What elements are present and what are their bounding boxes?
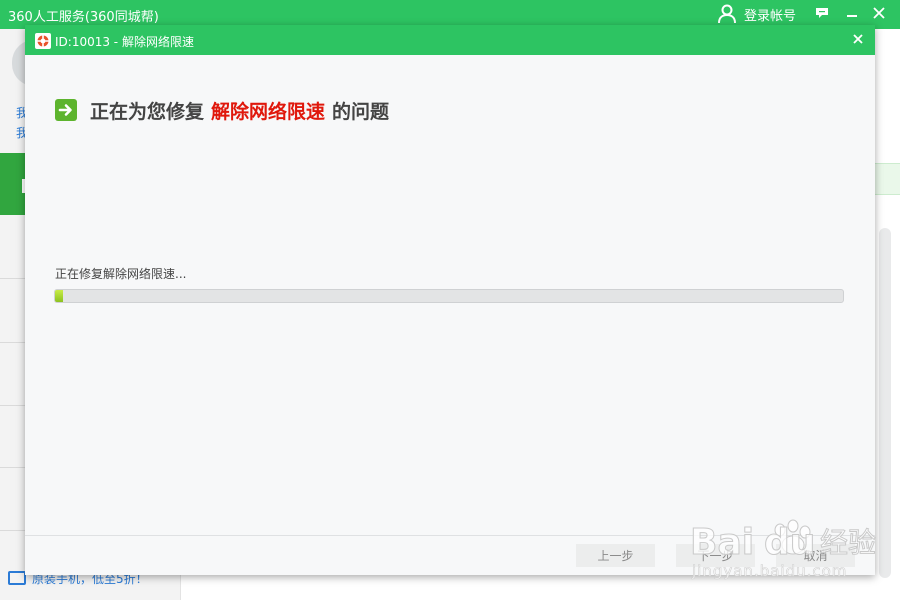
login-account-button[interactable]: 登录帐号 — [718, 3, 796, 25]
minimize-button[interactable] — [841, 3, 863, 23]
phone-icon — [8, 571, 26, 585]
headline-prefix: 正在为您修复 — [90, 100, 205, 123]
repair-headline: 正在为您修复 解除网络限速 的问题 — [55, 96, 389, 124]
user-icon — [718, 4, 736, 24]
repair-status-text: 正在修复解除网络限速... — [55, 267, 187, 281]
close-icon — [873, 7, 885, 19]
arrow-right-icon — [55, 99, 77, 121]
background-banner-edge — [875, 163, 900, 195]
divider — [0, 530, 26, 531]
headline-highlight: 解除网络限速 — [211, 100, 326, 123]
watermark-url: jingyan.baidu.com — [691, 562, 847, 580]
lifebuoy-icon — [35, 33, 51, 49]
sidebar-active-tab[interactable] — [0, 153, 26, 215]
svg-text:du: du — [764, 522, 815, 563]
close-icon — [853, 34, 863, 44]
divider — [0, 467, 26, 468]
app-title: 360人工服务(360同城帮) — [8, 10, 159, 25]
watermark-brand: Bai — [690, 522, 754, 563]
progress-fill — [55, 290, 63, 302]
feedback-button[interactable] — [811, 3, 833, 23]
divider — [0, 278, 26, 279]
headline-suffix: 的问题 — [332, 100, 390, 123]
watermark-suffix: 经验 — [820, 526, 876, 559]
dialog-title: ID:10013 - 解除网络限速 — [55, 35, 194, 49]
repair-dialog: ID:10013 - 解除网络限速 正在为您修复 解除网络限速 的问题 正在修复… — [25, 25, 875, 575]
prev-step-button[interactable]: 上一步 — [576, 544, 655, 567]
repair-progress-bar — [54, 289, 844, 303]
dialog-close-button[interactable] — [849, 30, 867, 48]
minimize-icon — [847, 15, 857, 17]
chat-icon — [816, 7, 828, 18]
dialog-title-bar: ID:10013 - 解除网络限速 — [25, 25, 875, 55]
login-label: 登录帐号 — [744, 8, 797, 24]
divider — [0, 342, 26, 343]
close-app-button[interactable] — [868, 3, 890, 23]
divider — [0, 405, 26, 406]
baidu-watermark: Bai du 经验 jingyan.baidu.com — [690, 519, 877, 580]
